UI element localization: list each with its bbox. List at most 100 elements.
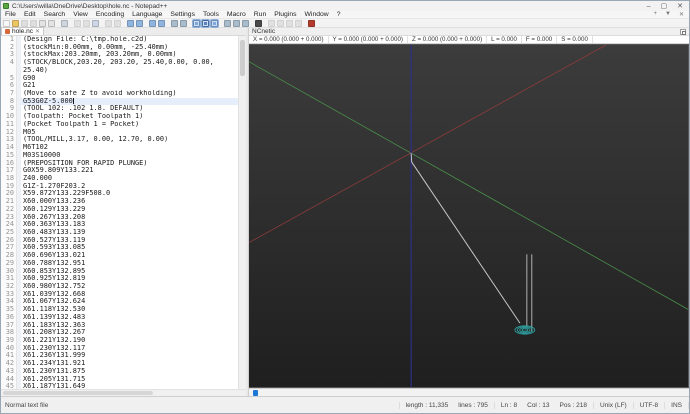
play-macro-icon[interactable] bbox=[286, 19, 293, 27]
menu-macro[interactable]: Macro bbox=[223, 11, 250, 19]
menu-extra-close-icon[interactable]: ✕ bbox=[679, 11, 684, 18]
status-encoding[interactable]: UTF-8 bbox=[634, 401, 666, 409]
indent-guide-icon[interactable] bbox=[210, 18, 219, 28]
code-text[interactable]: (Design File: C:\tmp.hole.c2d) bbox=[21, 36, 238, 44]
zoom-in-icon[interactable] bbox=[149, 19, 156, 27]
code-text[interactable]: X61.118Y132.530 bbox=[21, 306, 238, 314]
code-text[interactable]: X60.925Y132.819 bbox=[21, 275, 238, 283]
code-text[interactable]: X60.593Y133.085 bbox=[21, 244, 238, 252]
menu-encoding[interactable]: Encoding bbox=[92, 11, 128, 19]
menu-edit[interactable]: Edit bbox=[20, 11, 40, 19]
stop-macro-icon[interactable] bbox=[277, 19, 284, 27]
tab-hole-nc[interactable]: hole.nc ✕ bbox=[1, 27, 44, 35]
code-text[interactable]: G53G0Z-5.000 bbox=[21, 97, 238, 106]
open-folder-icon[interactable] bbox=[12, 19, 19, 27]
code-text[interactable]: X61.230Y131.875 bbox=[21, 368, 238, 376]
minimize-button[interactable]: – bbox=[647, 2, 651, 11]
code-text[interactable]: (TOOL/MILL,3.17, 0.00, 12.70, 0.00) bbox=[21, 136, 238, 144]
menu-search[interactable]: Search bbox=[40, 11, 70, 19]
menu-file[interactable]: File bbox=[1, 11, 20, 19]
toolpath-viewport[interactable] bbox=[249, 44, 689, 388]
playback-slider[interactable] bbox=[249, 388, 689, 396]
code-text[interactable]: X60.788Y132.951 bbox=[21, 260, 238, 268]
new-file-icon[interactable] bbox=[3, 19, 10, 27]
code-text[interactable]: X60.267Y133.208 bbox=[21, 214, 238, 222]
status-insert-mode[interactable]: INS bbox=[665, 401, 689, 409]
code-text[interactable]: M05 bbox=[21, 129, 238, 137]
menu-[interactable]: ? bbox=[333, 11, 345, 19]
slider-handle[interactable] bbox=[253, 390, 258, 396]
function-list-icon[interactable] bbox=[224, 19, 231, 27]
code-text[interactable]: X61.221Y132.190 bbox=[21, 337, 238, 345]
code-text[interactable]: (Move to safe Z to avoid workholding) bbox=[21, 90, 238, 98]
code-text[interactable]: X61.208Y132.267 bbox=[21, 329, 238, 337]
code-text[interactable]: G21 bbox=[21, 82, 238, 90]
document-map-icon[interactable] bbox=[233, 19, 240, 27]
code-text[interactable]: X60.483Y133.139 bbox=[21, 229, 238, 237]
menu-run[interactable]: Run bbox=[250, 11, 270, 19]
maximize-button[interactable]: ▢ bbox=[661, 2, 668, 11]
menu-view[interactable]: View bbox=[69, 11, 92, 19]
menu-tools[interactable]: Tools bbox=[199, 11, 223, 19]
code-text[interactable]: X59.872Y133.229F508.0 bbox=[21, 190, 238, 198]
show-all-characters-icon[interactable] bbox=[201, 18, 210, 28]
code-text[interactable]: (TOOL 102: .102 1.8. DEFAULT) bbox=[21, 105, 238, 113]
undo-icon[interactable] bbox=[105, 19, 112, 27]
panel-menu-icon[interactable] bbox=[680, 28, 686, 35]
code-text[interactable]: X61.067Y132.624 bbox=[21, 298, 238, 306]
code-text[interactable]: (stockMax:203.20mm, 203.20mm, 0.00mm) bbox=[21, 51, 238, 59]
code-text[interactable]: X60.129Y133.229 bbox=[21, 206, 238, 214]
menu-extra-plus-icon[interactable]: + bbox=[654, 11, 658, 18]
save-icon[interactable] bbox=[21, 19, 28, 27]
monitoring-icon[interactable] bbox=[255, 19, 262, 27]
code-text[interactable]: M03S10000 bbox=[21, 152, 238, 160]
editor-vertical-scrollbar[interactable] bbox=[238, 36, 246, 389]
code-text[interactable]: X60.363Y133.183 bbox=[21, 221, 238, 229]
paste-icon[interactable] bbox=[92, 19, 99, 27]
find-icon[interactable] bbox=[127, 19, 134, 27]
close-all-icon[interactable] bbox=[48, 19, 55, 27]
sync-vertical-scroll-icon[interactable] bbox=[171, 19, 178, 27]
horizontal-scrollbar-thumb[interactable] bbox=[3, 391, 153, 395]
close-file-icon[interactable] bbox=[39, 19, 46, 27]
vertical-scrollbar-thumb[interactable] bbox=[240, 40, 245, 76]
close-button[interactable]: ✕ bbox=[677, 2, 683, 11]
menu-language[interactable]: Language bbox=[128, 11, 166, 19]
code-text[interactable]: 25.40) bbox=[21, 67, 238, 75]
status-eol-format[interactable]: Unix (LF) bbox=[594, 401, 634, 409]
tab-close-icon[interactable]: ✕ bbox=[35, 28, 40, 35]
code-text[interactable]: (stockMin:0.00mm, 0.00mm, -25.40mm) bbox=[21, 44, 238, 52]
code-text[interactable]: G90 bbox=[21, 75, 238, 83]
menu-window[interactable]: Window bbox=[301, 11, 333, 19]
zoom-out-icon[interactable] bbox=[158, 19, 165, 27]
code-text[interactable]: G1Z-1.270F203.2 bbox=[21, 183, 238, 191]
run-macro-multiple-icon[interactable] bbox=[295, 19, 302, 27]
print-icon[interactable] bbox=[61, 19, 68, 27]
code-text[interactable]: (PREPOSITION FOR RAPID PLUNGE) bbox=[21, 160, 238, 168]
code-text[interactable]: X61.230Y132.117 bbox=[21, 345, 238, 353]
code-text[interactable]: X61.205Y131.715 bbox=[21, 376, 238, 384]
code-text[interactable]: X61.039Y132.668 bbox=[21, 291, 238, 299]
cut-icon[interactable] bbox=[74, 19, 81, 27]
code-text[interactable]: G0X59.809Y133.221 bbox=[21, 167, 238, 175]
code-text[interactable]: (STOCK/BLOCK,203.20, 203.20, 25.40,0.00,… bbox=[21, 59, 238, 67]
sync-horizontal-scroll-icon[interactable] bbox=[180, 19, 187, 27]
code-text[interactable]: X60.980Y132.752 bbox=[21, 283, 238, 291]
save-all-icon[interactable] bbox=[30, 19, 37, 27]
document-list-icon[interactable] bbox=[242, 19, 249, 27]
menu-settings[interactable]: Settings bbox=[166, 11, 199, 19]
code-text[interactable]: Z40.000 bbox=[21, 175, 238, 183]
code-text[interactable]: X60.000Y133.236 bbox=[21, 198, 238, 206]
menu-plugins[interactable]: Plugins bbox=[270, 11, 300, 19]
code-text[interactable]: M6T102 bbox=[21, 144, 238, 152]
redo-icon[interactable] bbox=[114, 19, 121, 27]
code-text[interactable]: X61.139Y132.483 bbox=[21, 314, 238, 322]
code-text[interactable]: X61.183Y132.363 bbox=[21, 322, 238, 330]
ncnetic-plugin-icon[interactable] bbox=[308, 19, 315, 27]
code-text[interactable]: X61.234Y131.921 bbox=[21, 360, 238, 368]
word-wrap-icon[interactable] bbox=[192, 18, 201, 28]
replace-icon[interactable] bbox=[136, 19, 143, 27]
record-macro-icon[interactable] bbox=[268, 19, 275, 27]
editor-horizontal-scrollbar[interactable] bbox=[1, 389, 246, 396]
menu-extra-dropdown-icon[interactable]: ▼ bbox=[665, 11, 671, 18]
